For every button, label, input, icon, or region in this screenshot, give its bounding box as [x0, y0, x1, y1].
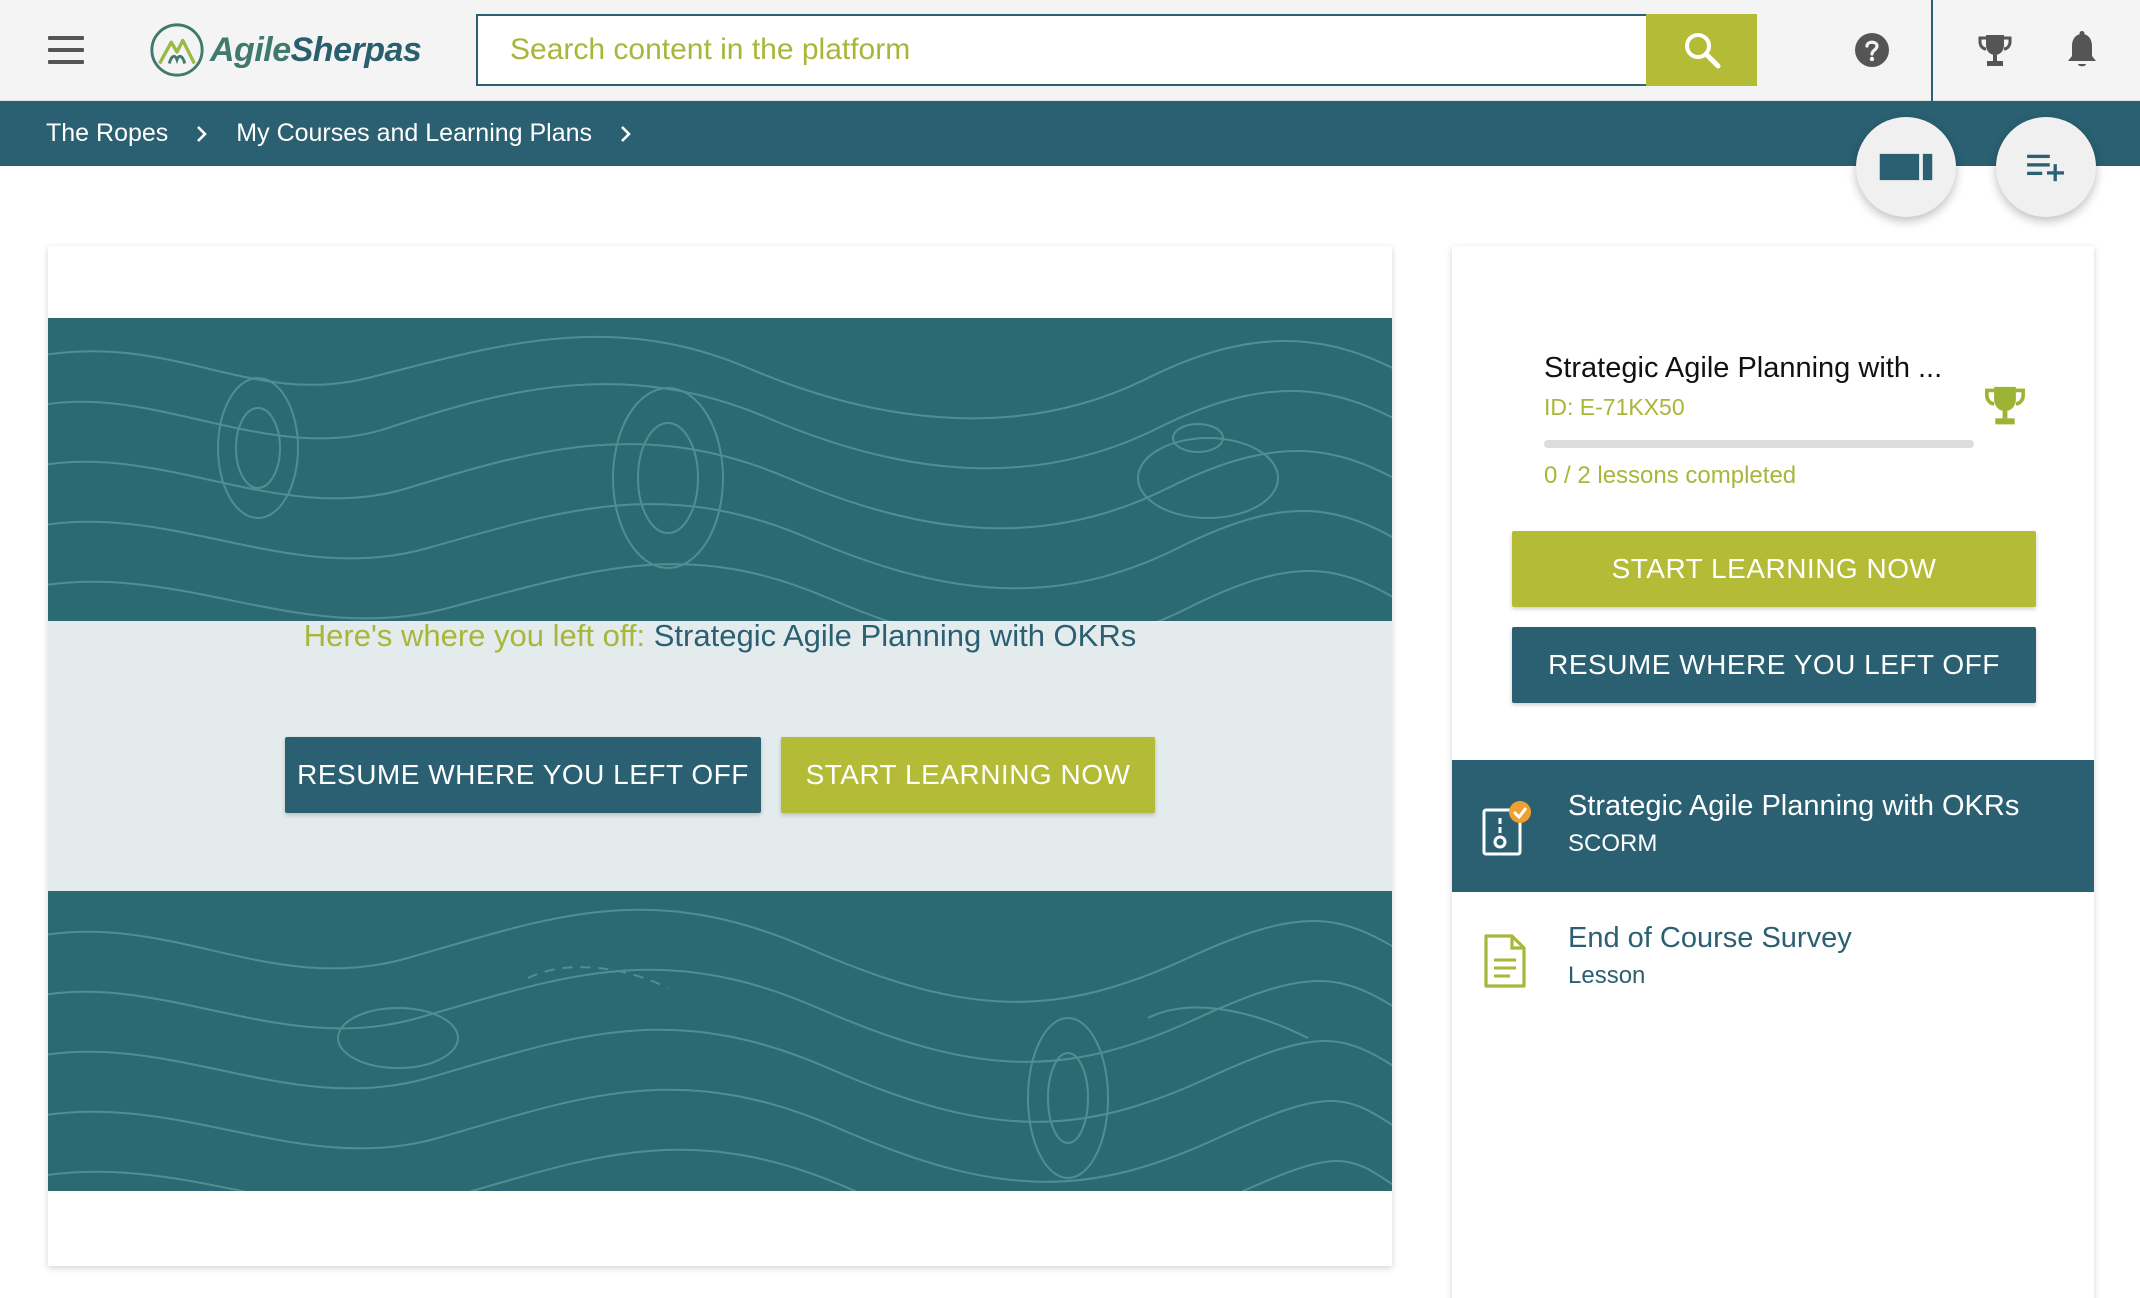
scorm-package-icon [1482, 801, 1531, 856]
chevron-right-icon [194, 124, 210, 144]
breadcrumb: The Ropes My Courses and Learning Plans [46, 101, 660, 166]
playlist-add-icon [2027, 154, 2064, 182]
course-side-panel: Strategic Agile Planning with ... ID: E-… [1452, 246, 2094, 1298]
brand-name: AgileSherpas [210, 30, 422, 69]
add-to-playlist-button[interactable] [1996, 117, 2096, 217]
lesson-title: Strategic Agile Planning with OKRs [1568, 790, 2020, 822]
video-rectangle-icon [1879, 153, 1933, 181]
breadcrumb-item-the-ropes[interactable]: The Ropes [46, 119, 168, 148]
side-resume-button[interactable]: RESUME WHERE YOU LEFT OFF [1512, 627, 2036, 703]
start-learning-button[interactable]: START LEARNING NOW [781, 737, 1155, 813]
lesson-item-okrs[interactable]: Strategic Agile Planning with OKRs SCORM [1452, 760, 2094, 893]
left-off-course: Strategic Agile Planning with OKRs [653, 618, 1137, 653]
help-icon[interactable] [1854, 32, 1890, 68]
hamburger-menu-icon[interactable] [48, 36, 84, 64]
lesson-title: End of Course Survey [1568, 922, 1852, 954]
left-off-label: Here's where you left off: [303, 618, 646, 653]
lesson-type: SCORM [1568, 830, 1658, 857]
search-input[interactable] [476, 14, 1646, 86]
search-button[interactable] [1646, 14, 1757, 86]
resume-button[interactable]: RESUME WHERE YOU LEFT OFF [285, 737, 761, 813]
side-start-learning-button[interactable]: START LEARNING NOW [1512, 531, 2036, 607]
search-icon [1684, 33, 1720, 69]
top-header: AgileSherpas [0, 0, 2140, 101]
breadcrumb-item-my-courses[interactable]: My Courses and Learning Plans [236, 119, 592, 148]
breadcrumb-bar: The Ropes My Courses and Learning Plans [0, 101, 2140, 166]
course-title: Strategic Agile Planning with ... [1544, 352, 1943, 384]
course-player-card: Here's where you left off: Strategic Agi… [48, 246, 1392, 1266]
lesson-type: Lesson [1568, 962, 1646, 989]
search-bar [476, 14, 1757, 86]
trophy-icon [1985, 386, 2025, 425]
bell-icon[interactable] [2064, 30, 2100, 70]
brand-logo[interactable]: AgileSherpas [148, 20, 422, 80]
theater-mode-button[interactable] [1856, 117, 1956, 217]
header-divider [1931, 0, 1933, 101]
mountain-logo-icon [150, 23, 204, 77]
left-off-message: Here's where you left off: Strategic Agi… [48, 618, 1392, 654]
lessons-completed: 0 / 2 lessons completed [1544, 462, 1797, 489]
chevron-right-icon [618, 124, 634, 144]
trophy-icon[interactable] [1976, 31, 2014, 69]
course-id: ID: E-71KX50 [1544, 394, 1685, 420]
document-icon [1484, 934, 1526, 988]
course-progress-bar [1544, 440, 1974, 448]
lesson-item-survey[interactable]: End of Course Survey Lesson [1452, 892, 2094, 1025]
